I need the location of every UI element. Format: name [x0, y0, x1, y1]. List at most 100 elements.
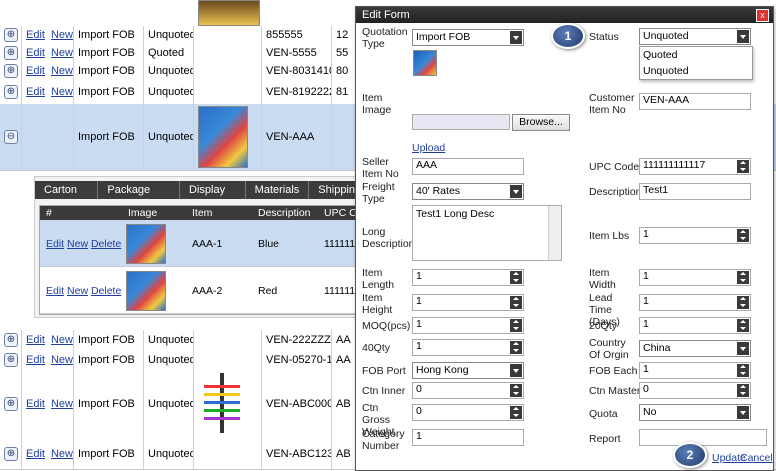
- new-link[interactable]: New: [67, 238, 88, 250]
- item-length-input[interactable]: 1: [412, 269, 524, 286]
- expand-icon[interactable]: ⊕: [4, 353, 18, 367]
- edit-link[interactable]: Edit: [46, 238, 64, 250]
- label-long-description: Long Description: [362, 226, 415, 250]
- label-item-height: Item Height: [362, 292, 393, 316]
- spinner-icon[interactable]: [737, 296, 749, 309]
- item-lbs-input[interactable]: 1: [639, 227, 751, 244]
- upload-link[interactable]: Upload: [412, 142, 445, 154]
- customer-item-no-input[interactable]: VEN-AAA: [639, 93, 751, 110]
- tab-carton-data[interactable]: Carton Data: [35, 181, 99, 214]
- collapse-icon[interactable]: ⊖: [4, 130, 18, 144]
- ctn-inner-input[interactable]: 0: [412, 382, 524, 399]
- status-option-quoted[interactable]: Quoted: [640, 47, 752, 63]
- table-row[interactable]: Edit New Delete AAA-2 Red 111111: [40, 267, 366, 314]
- quota-select[interactable]: No: [639, 404, 751, 421]
- edit-link[interactable]: Edit: [26, 47, 45, 59]
- status-option-unquoted[interactable]: Unquoted: [640, 63, 752, 79]
- new-link[interactable]: New: [51, 448, 73, 460]
- edit-link[interactable]: Edit: [26, 334, 45, 346]
- edit-link[interactable]: Edit: [26, 65, 45, 77]
- product-image: [126, 224, 166, 264]
- status-cell: Unquoted: [144, 80, 194, 104]
- report-input[interactable]: [639, 429, 767, 446]
- spinner-icon[interactable]: [510, 341, 522, 354]
- status-select[interactable]: Unquoted: [639, 28, 751, 45]
- seller-item-no-input[interactable]: AAA: [412, 158, 524, 175]
- status-cell: Unquoted: [144, 26, 194, 44]
- fob-port-select[interactable]: Hong Kong: [412, 362, 524, 379]
- edit-link[interactable]: Edit: [26, 86, 45, 98]
- tab-package-options[interactable]: Package Options: [98, 181, 181, 214]
- new-link[interactable]: New: [51, 334, 73, 346]
- expand-icon[interactable]: ⊕: [4, 85, 18, 99]
- table-row[interactable]: Edit New Delete AAA-1 Blue 111111: [40, 220, 366, 267]
- edit-link[interactable]: Edit: [26, 29, 45, 41]
- edit-link[interactable]: Edit: [26, 448, 45, 460]
- moq-input[interactable]: 1: [412, 317, 524, 334]
- new-link[interactable]: New: [51, 86, 73, 98]
- qty20-input[interactable]: 1: [639, 317, 751, 334]
- new-link[interactable]: New: [51, 47, 73, 59]
- delete-link[interactable]: Delete: [91, 285, 121, 297]
- spinner-icon[interactable]: [737, 229, 749, 242]
- status-cell: Unquoted: [144, 104, 194, 170]
- tab-materials[interactable]: Materials: [245, 181, 310, 199]
- item-height-input[interactable]: 1: [412, 294, 524, 311]
- edit-link[interactable]: Edit: [46, 285, 64, 297]
- new-link[interactable]: New: [51, 398, 73, 410]
- label-item-length: Item Length: [362, 267, 395, 291]
- extra-cell: AB: [332, 370, 356, 438]
- spinner-icon[interactable]: [737, 160, 749, 173]
- lead-time-value: 1: [643, 295, 649, 307]
- spinner-icon[interactable]: [737, 319, 749, 332]
- browse-button[interactable]: Browse...: [512, 114, 570, 131]
- scrollbar[interactable]: [548, 206, 561, 260]
- spinner-icon[interactable]: [737, 271, 749, 284]
- new-link[interactable]: New: [51, 354, 73, 366]
- spinner-icon[interactable]: [737, 364, 749, 377]
- spinner-icon[interactable]: [510, 319, 522, 332]
- ctn-master-input[interactable]: 0: [639, 382, 751, 399]
- expand-icon[interactable]: ⊕: [4, 64, 18, 78]
- spinner-icon[interactable]: [510, 406, 522, 419]
- new-link[interactable]: New: [67, 285, 88, 297]
- spinner-icon[interactable]: [510, 296, 522, 309]
- product-image: [198, 371, 246, 437]
- category-number-input[interactable]: 1: [412, 429, 524, 446]
- fob-each-input[interactable]: 1: [639, 362, 751, 379]
- close-icon[interactable]: x: [756, 9, 769, 22]
- label-report: Report: [589, 433, 621, 445]
- expand-icon[interactable]: ⊕: [4, 446, 18, 461]
- long-description-textarea[interactable]: Test1 Long Desc: [412, 205, 562, 261]
- edit-link[interactable]: Edit: [26, 398, 45, 410]
- item-cell: AAA-2: [192, 285, 223, 297]
- upc-code-input[interactable]: 111111111117: [639, 158, 751, 175]
- status-cell: Unquoted: [144, 330, 194, 350]
- new-link[interactable]: New: [51, 65, 73, 77]
- delete-link[interactable]: Delete: [91, 238, 121, 250]
- qty40-input[interactable]: 1: [412, 339, 524, 356]
- item-width-value: 1: [643, 270, 649, 282]
- tab-display-data[interactable]: Display Data: [180, 181, 246, 214]
- label-freight-type: Freight Type: [362, 181, 395, 205]
- new-link[interactable]: New: [51, 29, 73, 41]
- quotation-type-select[interactable]: Import FOB: [412, 29, 524, 46]
- country-select[interactable]: China: [639, 340, 751, 357]
- expand-icon[interactable]: ⊕: [4, 46, 18, 60]
- ctn-gross-weight-input[interactable]: 0: [412, 404, 524, 421]
- spinner-icon[interactable]: [510, 384, 522, 397]
- freight-type-select[interactable]: 40' Rates: [412, 183, 524, 200]
- chevron-down-icon: [510, 31, 522, 44]
- expand-icon[interactable]: ⊕: [4, 397, 18, 411]
- edit-link[interactable]: Edit: [26, 354, 45, 366]
- cancel-link[interactable]: Cancel: [740, 452, 773, 464]
- item-width-input[interactable]: 1: [639, 269, 751, 286]
- spinner-icon[interactable]: [510, 271, 522, 284]
- spinner-icon[interactable]: [737, 384, 749, 397]
- expand-icon[interactable]: ⊕: [4, 333, 18, 347]
- item-image-path-input[interactable]: [412, 114, 510, 130]
- expand-icon[interactable]: ⊕: [4, 28, 18, 42]
- description-input[interactable]: Test1: [639, 183, 751, 200]
- item-cell: VEN-ABC0001: [262, 370, 332, 438]
- lead-time-input[interactable]: 1: [639, 294, 751, 311]
